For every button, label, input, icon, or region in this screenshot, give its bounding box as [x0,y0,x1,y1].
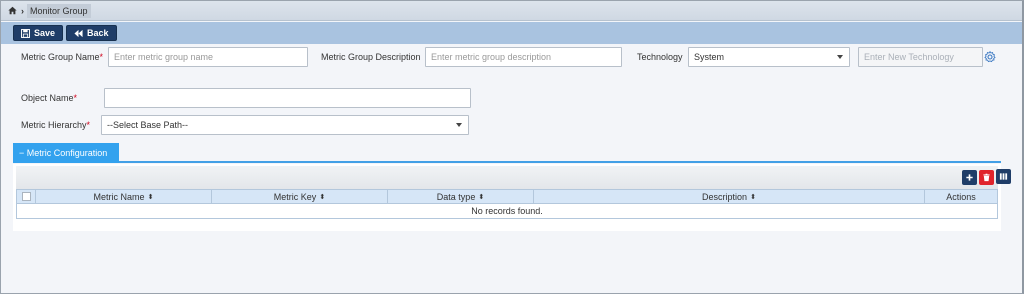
technology-selected: System [694,52,725,62]
breadcrumb-current[interactable]: Monitor Group [27,3,91,18]
sort-icon: ⬍ [478,193,485,201]
grid-header: Metric Name ⬍ Metric Key ⬍ Data type ⬍ Desc… [16,189,998,204]
column-metric-key[interactable]: Metric Key ⬍ [212,190,388,203]
chevron-down-icon [837,55,843,59]
column-metric-name[interactable]: Metric Name ⬍ [36,190,212,203]
metric-hierarchy-select[interactable]: --Select Base Path-- [101,115,469,135]
technology-label: Technology [637,52,683,62]
columns-icon [999,173,1008,180]
empty-message: No records found. [16,204,998,219]
add-button[interactable] [962,170,977,185]
object-name-input[interactable] [104,88,471,108]
group-description-label: Metric Group Description [321,52,421,62]
trash-icon [983,173,990,182]
save-label: Save [34,28,56,38]
metric-grid-panel: Metric Name ⬍ Metric Key ⬍ Data type ⬍ Desc… [13,164,1011,231]
column-data-type[interactable]: Data type ⬍ [388,190,534,203]
grid-toolbar [16,166,1011,189]
group-name-label: Metric Group Name* [21,52,104,62]
gear-icon[interactable] [984,51,996,63]
save-button[interactable]: Save [13,25,64,41]
home-icon[interactable] [8,6,17,15]
metric-hierarchy-selected: --Select Base Path-- [107,120,189,130]
sort-icon: ⬍ [319,193,326,201]
select-all-cell [17,190,36,203]
select-all-checkbox[interactable] [21,192,31,201]
tab-strip: − Metric Configuration [13,143,1001,163]
chevron-down-icon [456,123,462,127]
breadcrumb: › Monitor Group [1,1,1022,21]
add-icon [966,174,973,181]
group-name-input[interactable]: Enter metric group name [108,47,308,67]
rewind-icon [74,29,83,37]
technology-select[interactable]: System [688,47,850,67]
sort-icon: ⬍ [750,193,756,201]
action-toolbar: Save Back [1,22,1022,44]
group-description-input[interactable]: Enter metric group description [425,47,622,67]
back-button[interactable]: Back [66,25,117,41]
back-label: Back [87,28,109,38]
save-icon [21,28,30,38]
delete-button[interactable] [979,170,994,185]
metric-hierarchy-label: Metric Hierarchy* [21,120,91,130]
chevron-right-icon: › [21,5,24,16]
sort-icon: ⬍ [147,193,154,201]
new-technology-input: Enter New Technology [858,47,983,67]
column-actions: Actions [946,191,976,202]
column-description[interactable]: Description ⬍ [534,190,925,203]
tab-metric-configuration[interactable]: − Metric Configuration [13,143,119,163]
object-name-label: Object Name* [21,93,78,103]
columns-button[interactable] [996,169,1011,184]
